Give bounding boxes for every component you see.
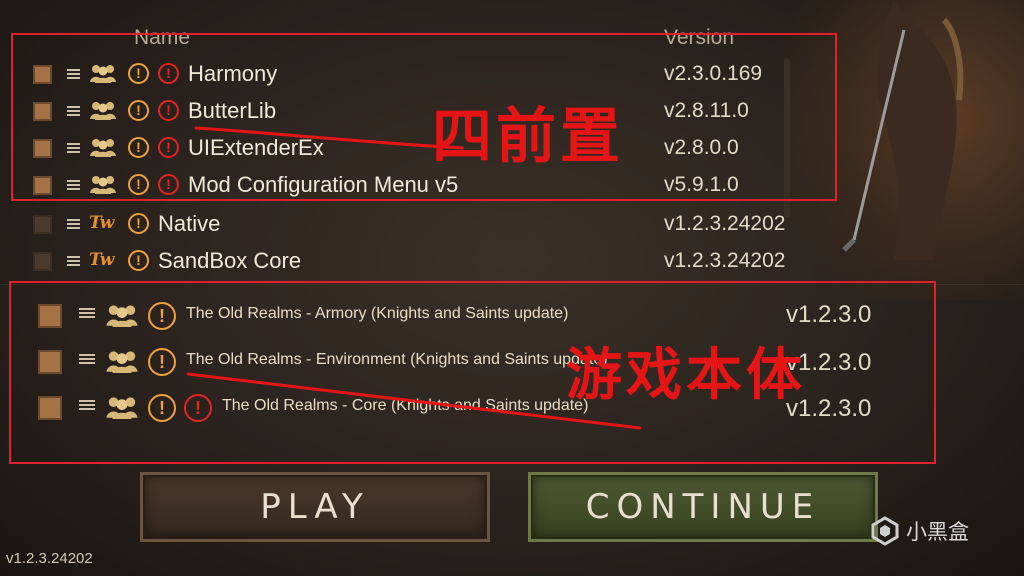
play-button[interactable]: PLAY (140, 472, 490, 542)
heybox-logo-icon (871, 516, 899, 546)
watermark-text: 小黑盒 (906, 520, 969, 544)
annotation-label-prerequisites: 四前置 (432, 102, 624, 172)
game-version-label: v1.2.3.24202 (6, 550, 93, 567)
continue-button[interactable]: CONTINUE (528, 472, 878, 542)
watermark: 小黑盒 (870, 516, 969, 546)
annotation-label-game-body: 游戏本体 (566, 342, 806, 408)
